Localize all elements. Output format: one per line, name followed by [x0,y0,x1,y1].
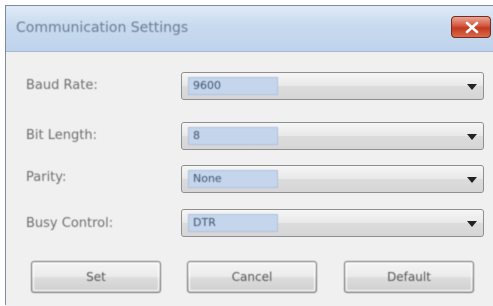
bit-length-value: 8 [188,127,278,145]
parity-select[interactable]: None [181,165,484,193]
baud-rate-label: Baud Rate: [26,78,98,93]
bit-length-label: Bit Length: [26,128,97,143]
cancel-button-label: Cancel [231,270,273,284]
busy-control-select[interactable]: DTR [181,209,484,237]
chevron-down-icon [467,84,477,90]
communication-settings-dialog: Communication Settings Baud Rate: 9600 B… [5,5,493,306]
busy-control-value: DTR [188,214,278,232]
default-button-label: Default [387,270,431,284]
busy-control-label: Busy Control: [26,216,114,231]
parity-value: None [188,170,278,188]
parity-label: Parity: [26,170,67,185]
set-button[interactable]: Set [31,261,161,293]
set-button-label: Set [86,270,106,284]
chevron-down-icon [467,177,477,183]
baud-rate-value: 9600 [188,77,278,95]
cancel-button[interactable]: Cancel [187,261,317,293]
bit-length-select[interactable]: 8 [181,122,484,150]
chevron-down-icon [467,221,477,227]
window-title: Communication Settings [16,20,189,36]
title-bar[interactable]: Communication Settings [6,6,493,52]
baud-rate-select[interactable]: 9600 [181,72,484,100]
close-button[interactable] [451,16,491,38]
chevron-down-icon [467,134,477,140]
close-x-icon [465,21,479,34]
default-button[interactable]: Default [344,261,474,293]
